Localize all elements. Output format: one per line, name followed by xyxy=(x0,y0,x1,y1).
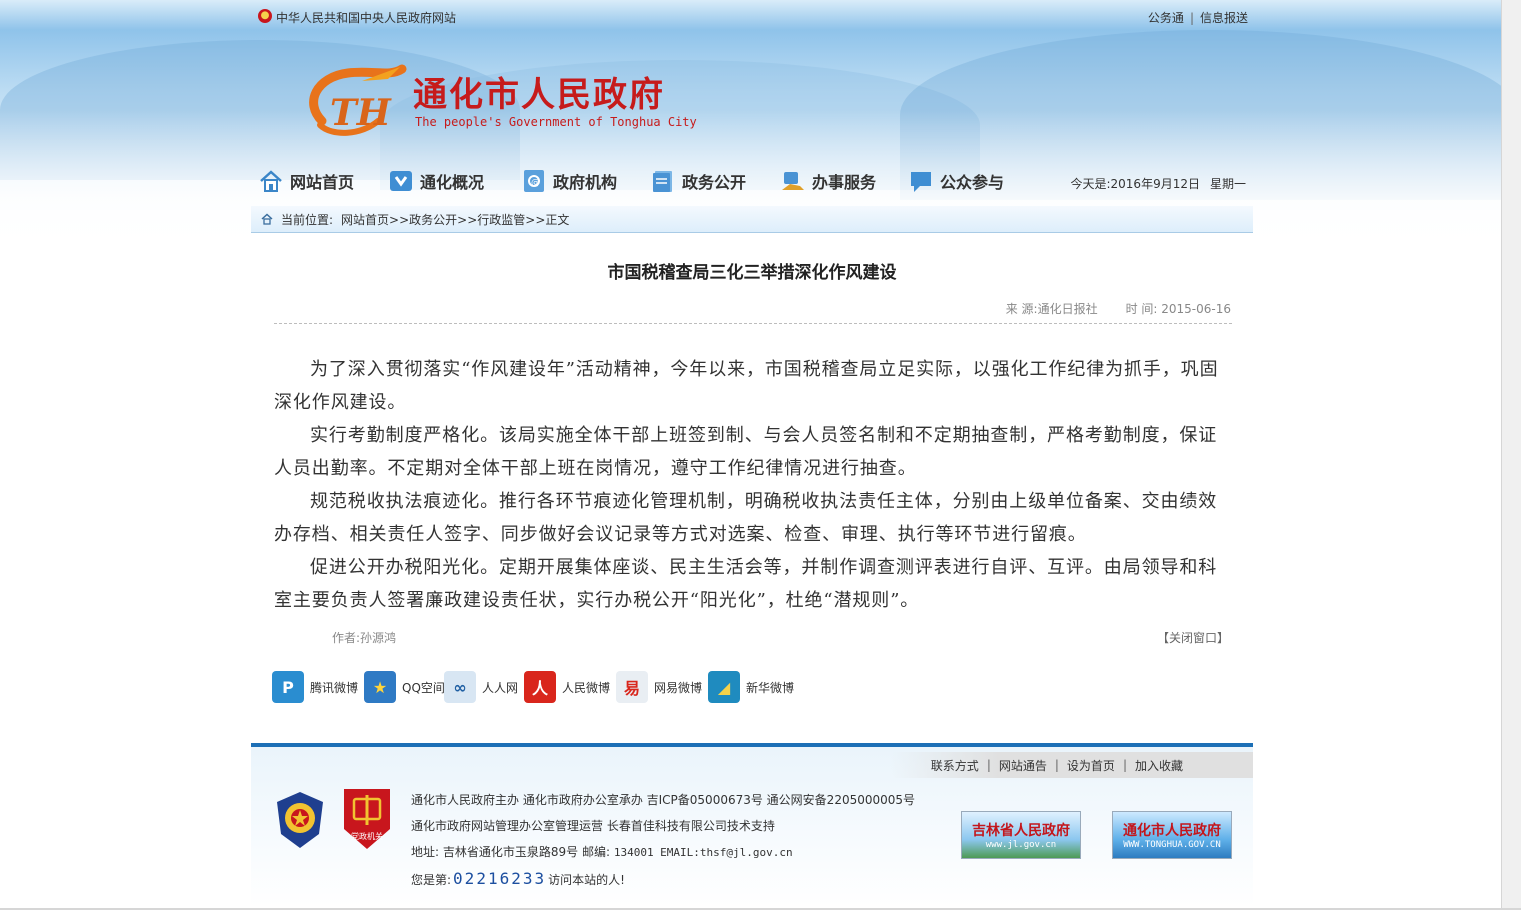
nav-label: 政府机构 xyxy=(553,173,618,192)
document-icon xyxy=(653,171,672,192)
party-government-badge[interactable]: 党政机关 xyxy=(340,785,394,853)
speech-bubble-icon xyxy=(911,172,931,192)
article-time: 时 间: 2015-06-16 xyxy=(1125,302,1231,316)
footer-email: 134001 EMAIL:thsf@jl.gov.cn xyxy=(613,846,793,859)
tencent-weibo-icon: P xyxy=(272,671,304,703)
tonghua-gov-banner[interactable]: 通化市人民政府 WWW.TONGHUA.GOV.CN xyxy=(1112,811,1232,859)
current-date: 今天是:2016年9月12日 星期一 xyxy=(1070,175,1246,192)
share-people-weibo[interactable]: 人 人民微博 xyxy=(524,671,610,703)
close-window-link[interactable]: 【关闭窗口】 xyxy=(1157,629,1229,646)
top-right-links: 公务通 | 信息报送 xyxy=(1148,9,1248,26)
article-paragraph: 为了深入贯彻落实“作风建设年”活动精神，今年以来，市国税稽查局立足实际，以强化工… xyxy=(274,359,1219,413)
divider xyxy=(274,323,1232,324)
people-weibo-icon: 人 xyxy=(524,671,556,703)
share-netease-weibo[interactable]: 易 网易微博 xyxy=(616,671,702,703)
nav-item-home[interactable]: 网站首页 xyxy=(258,165,354,197)
netease-weibo-icon: 易 xyxy=(616,671,648,703)
nav-item-institution[interactable]: @ 政府机构 xyxy=(521,165,617,197)
footer-line-1: 通化市人民政府主办 通化市政府办公室承办 吉ICP备05000673号 通公网安… xyxy=(411,793,916,807)
footer-address: 地址: 吉林省通化市玉泉路89号 邮编: xyxy=(411,845,610,859)
nav-label: 政务公开 xyxy=(682,173,747,192)
share-label: 新华微博 xyxy=(746,680,795,695)
visit-counter: 您是第: 02216233 访问本站的人! xyxy=(411,866,915,893)
svg-text:@: @ xyxy=(531,178,540,188)
share-label: QQ空间 xyxy=(402,680,445,695)
site-notice-link[interactable]: 网站通告 xyxy=(999,757,1047,774)
share-label: 人民微博 xyxy=(562,680,611,695)
article-paragraph: 规范税收执法痕迹化。推行各环节痕迹化管理机制，明确税收执法责任主体，分别由上级单… xyxy=(274,491,1218,545)
main-nav: 网站首页 通化概况 @ 政府机构 政务公开 办事服务 公众参与 今天是:2016… xyxy=(258,165,1248,197)
nav-item-overview[interactable]: 通化概况 xyxy=(388,165,484,197)
footer-line-2: 通化市政府网站管理办公室管理运营 长春首佳科技有限公司技术支持 xyxy=(411,819,775,833)
nav-label: 通化概况 xyxy=(420,173,485,192)
nav-item-open-affairs[interactable]: 政务公开 xyxy=(650,165,746,197)
qzone-icon: ★ xyxy=(364,671,396,703)
top-bar: 中华人民共和国中央人民政府网站 公务通 | 信息报送 xyxy=(258,8,1248,26)
info-report-link[interactable]: 信息报送 xyxy=(1200,11,1248,25)
footer-links: 联系方式 | 网站通告 | 设为首页 | 加入收藏 xyxy=(890,752,1253,778)
banner-url: WWW.TONGHUA.GOV.CN xyxy=(1123,840,1221,850)
article-title: 市国税稽查局三化三举措深化作风建设 xyxy=(607,263,897,283)
set-homepage-link[interactable]: 设为首页 xyxy=(1067,757,1115,774)
national-emblem-icon xyxy=(258,9,272,23)
share-renren[interactable]: ∞ 人人网 xyxy=(444,671,518,703)
banner-title: 通化市人民政府 xyxy=(1123,823,1221,839)
article-meta: 来 源:通化日报社 时 间: 2015-06-16 xyxy=(978,300,1231,317)
article-body: 为了深入贯彻落实“作风建设年”活动精神，今年以来，市国税稽查局立足实际，以强化工… xyxy=(274,353,1224,617)
breadcrumb-label: 当前位置: xyxy=(281,212,334,227)
breadcrumb-path[interactable]: 网站首页>>政务公开>>行政监管>>正文 xyxy=(341,211,569,228)
tonghua-logo-icon: TH xyxy=(309,64,407,136)
svg-text:TH: TH xyxy=(330,92,392,134)
home-icon xyxy=(261,213,273,225)
shield-icon: 党政机关 xyxy=(344,789,390,849)
contact-link[interactable]: 联系方式 xyxy=(931,757,979,774)
home-icon xyxy=(260,170,282,192)
article-paragraph: 实行考勤制度严格化。该局实施全体干部上班签到制、与会人员签名制和不定期抽查制，严… xyxy=(274,425,1218,479)
site-title: 通化市人民政府 xyxy=(413,75,665,115)
article-author: 作者:孙源鸿 xyxy=(332,631,397,645)
date-text: 今天是:2016年9月12日 xyxy=(1070,177,1200,191)
jilin-gov-banner[interactable]: 吉林省人民政府 www.jl.gov.cn xyxy=(961,811,1081,859)
institution-icon: @ xyxy=(524,170,544,192)
share-label: 网易微博 xyxy=(654,680,703,695)
breadcrumb: 当前位置: 网站首页>>政务公开>>行政监管>>正文 xyxy=(251,206,1253,233)
site-logo[interactable]: TH 通化市人民政府 The people's Government of To… xyxy=(300,55,720,145)
overview-icon xyxy=(390,171,412,191)
divider: | xyxy=(986,758,991,772)
share-tencent-weibo[interactable]: P 腾讯微博 xyxy=(272,671,358,703)
site-subtitle: The people's Government of Tonghua City xyxy=(415,115,697,129)
police-badge-icon[interactable] xyxy=(273,790,327,850)
service-icon xyxy=(782,172,804,190)
banner-title: 吉林省人民政府 xyxy=(972,823,1070,839)
svg-text:党政机关: 党政机关 xyxy=(351,831,383,841)
visit-prefix: 您是第: xyxy=(411,873,452,887)
divider: | xyxy=(1189,11,1194,25)
nav-label: 网站首页 xyxy=(290,173,355,192)
article-source: 来 源:通化日报社 xyxy=(1005,302,1098,316)
add-favorite-link[interactable]: 加入收藏 xyxy=(1135,757,1183,774)
divider: | xyxy=(1054,758,1059,772)
central-gov-link[interactable]: 中华人民共和国中央人民政府网站 xyxy=(276,9,456,26)
share-label: 腾讯微博 xyxy=(310,680,359,695)
share-label: 人人网 xyxy=(482,680,519,695)
nav-item-participation[interactable]: 公众参与 xyxy=(908,165,1004,197)
divider: | xyxy=(1122,758,1127,772)
share-xinhua-weibo[interactable]: ◢ 新华微博 xyxy=(708,671,794,703)
window-scrollbar[interactable] xyxy=(1501,0,1521,910)
xinhua-weibo-icon: ◢ xyxy=(708,671,740,703)
gongwutong-link[interactable]: 公务通 xyxy=(1148,11,1184,25)
visit-count: 02216233 xyxy=(453,869,547,888)
share-qzone[interactable]: ★ QQ空间 xyxy=(364,671,445,703)
weekday-text: 星期一 xyxy=(1209,177,1246,191)
visit-suffix: 访问本站的人! xyxy=(548,873,625,887)
nav-item-services[interactable]: 办事服务 xyxy=(780,165,876,197)
footer-info: 通化市人民政府主办 通化市政府办公室承办 吉ICP备05000673号 通公网安… xyxy=(411,787,915,893)
nav-label: 公众参与 xyxy=(940,173,1005,192)
footer-line-3: 地址: 吉林省通化市玉泉路89号 邮编: 134001 EMAIL:thsf@j… xyxy=(411,839,915,866)
banner-url: www.jl.gov.cn xyxy=(985,840,1057,850)
article-paragraph: 促进公开办税阳光化。定期开展集体座谈、民主生活会等，并制作调查测评表进行自评、互… xyxy=(274,557,1218,611)
renren-icon: ∞ xyxy=(444,671,476,703)
footer: 联系方式 | 网站通告 | 设为首页 | 加入收藏 党政机关 通化市人民政府主办 通化… xyxy=(251,747,1253,907)
nav-label: 办事服务 xyxy=(812,173,877,192)
